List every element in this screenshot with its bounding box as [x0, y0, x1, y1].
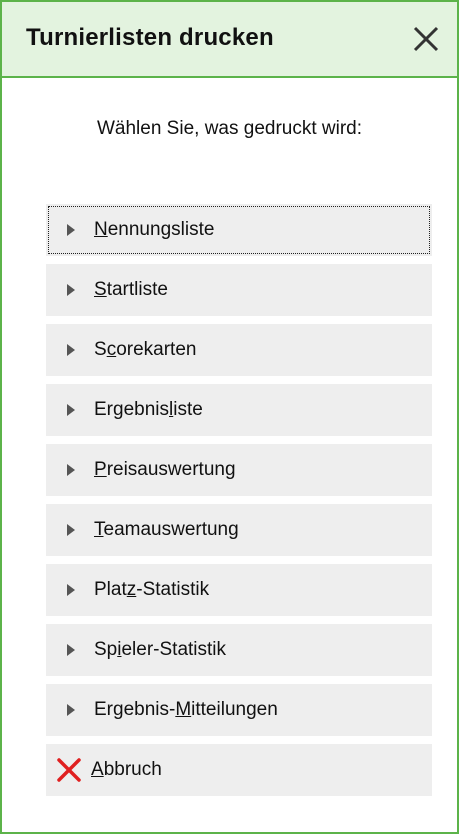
menu-item-label: Ergebnisliste	[94, 399, 203, 420]
menu-item-label: Teamauswertung	[94, 519, 239, 540]
dialog-titlebar: Turnierlisten drucken	[2, 2, 457, 78]
instruction-text: Wählen Sie, was gedruckt wird:	[96, 118, 363, 139]
arrow-right-icon	[67, 584, 75, 596]
menu-item-startliste[interactable]: Startliste	[46, 264, 432, 316]
menu-item-ergebnis-mitteilungen[interactable]: Ergebnis-Mitteilungen	[46, 684, 432, 736]
menu-item-preisauswertung[interactable]: Preisauswertung	[46, 444, 432, 496]
menu-item-spieler-statistik[interactable]: Spieler-Statistik	[46, 624, 432, 676]
arrow-right-icon	[67, 644, 75, 656]
arrow-right-icon	[67, 464, 75, 476]
menu-item-label: Preisauswertung	[94, 459, 236, 480]
cancel-label: Abbruch	[91, 759, 162, 780]
arrow-right-icon	[67, 404, 75, 416]
menu-item-label: Platz-Statistik	[94, 579, 210, 600]
menu-item-label: Spieler-Statistik	[94, 639, 227, 660]
arrow-right-icon	[67, 344, 75, 356]
menu-item-label: Scorekarten	[94, 339, 197, 360]
menu-item-label: Nennungsliste	[94, 219, 215, 240]
menu-item-scorekarten[interactable]: Scorekarten	[46, 324, 432, 376]
menu-item-nennungsliste[interactable]: Nennungsliste	[46, 204, 432, 256]
dialog-title: Turnierlisten drucken	[26, 24, 274, 51]
menu-item-label: Ergebnis-Mitteilungen	[94, 699, 278, 720]
arrow-right-icon	[67, 224, 75, 236]
menu-item-ergebnisliste[interactable]: Ergebnisliste	[46, 384, 432, 436]
menu-item-label: Startliste	[94, 279, 168, 300]
cancel-button[interactable]: Abbruch	[46, 744, 432, 796]
arrow-right-icon	[67, 284, 75, 296]
arrow-right-icon	[67, 524, 75, 536]
arrow-right-icon	[67, 704, 75, 716]
menu-item-platz-statistik[interactable]: Platz-Statistik	[46, 564, 432, 616]
print-tournament-lists-dialog: Turnierlisten drucken Wählen Sie, was ge…	[0, 0, 459, 834]
cancel-x-icon	[57, 758, 81, 782]
close-button[interactable]	[409, 22, 443, 56]
menu-item-teamauswertung[interactable]: Teamauswertung	[46, 504, 432, 556]
print-options-menu: Nennungsliste Startliste Scorekarten Erg…	[46, 204, 432, 804]
close-icon	[413, 26, 439, 52]
